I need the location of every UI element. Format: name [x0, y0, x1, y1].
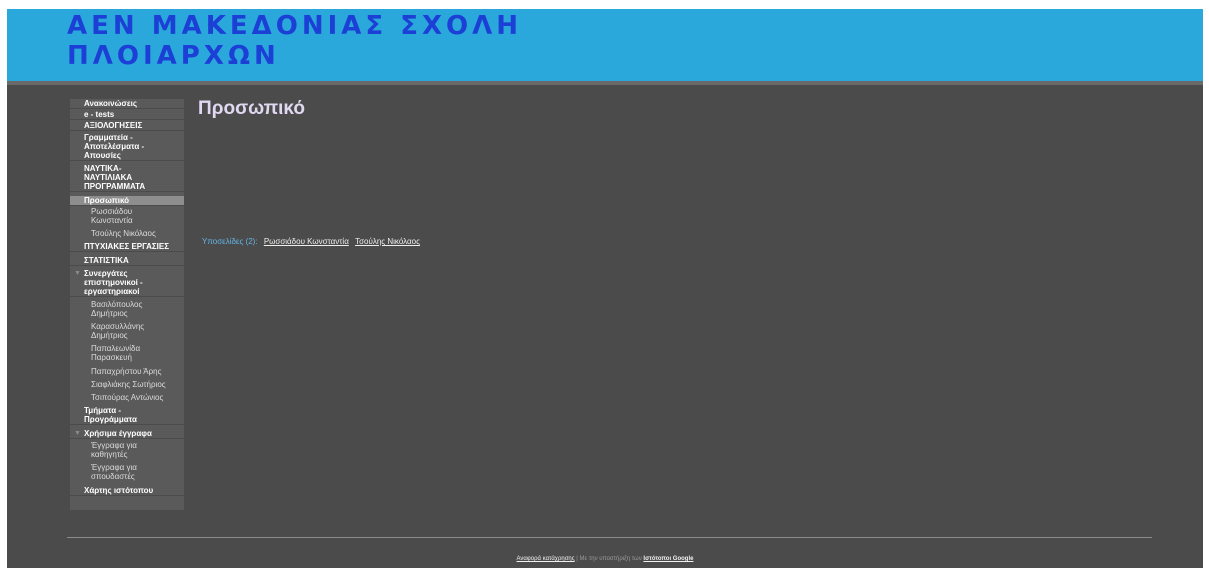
nav-item-announcements[interactable]: Ανακοινώσεις: [70, 99, 184, 109]
subpages-label: Υποσελίδες (2):: [202, 237, 258, 246]
nav-sub-collab-4[interactable]: Παπαχρήστου Άρης: [70, 367, 184, 376]
footer-separator: | Με την υποστήριξη των: [574, 556, 644, 562]
collapse-arrow-icon[interactable]: ▼: [74, 429, 81, 438]
nav-item-e-tests[interactable]: e - tests: [70, 110, 184, 120]
subpage-link-2[interactable]: Τσούλης Νικόλαος: [355, 237, 420, 246]
sidebar-nav: Ανακοινώσεις e - tests ΑΞΙΟΛΟΓΗΣΕΙΣ Γραμ…: [70, 99, 184, 510]
nav-sub-staff-1[interactable]: Ρωσσιάδου Κωνσταντία: [70, 207, 184, 225]
page-title: Προσωπικό: [198, 98, 305, 119]
nav-sub-collab-1[interactable]: Βασιλόπουλος Δημήτριος: [70, 300, 184, 318]
nav-item-collaborators-label: Συνεργάτες επιστημονικοί - εργαστηριακοί: [84, 269, 143, 296]
nav-item-evaluations[interactable]: ΑΞΙΟΛΟΓΗΣΕΙΣ: [70, 121, 184, 131]
nav-sub-collab-5[interactable]: Σιαφλιάκης Σωτήριος: [70, 380, 184, 389]
report-abuse-link[interactable]: Αναφορά κατάχρησης: [517, 556, 575, 562]
nav-sub-docs-1[interactable]: Έγγραφα για καθηγητές: [70, 441, 184, 459]
nav-item-sitemap[interactable]: Χάρτης ιστότοπου: [70, 486, 184, 496]
nav-item-theses[interactable]: ΠΤΥΧΙΑΚΕΣ ΕΡΓΑΣΙΕΣ: [70, 242, 184, 252]
subpage-link-1[interactable]: Ρωσσιάδου Κωνσταντία: [264, 237, 349, 246]
collapse-arrow-icon[interactable]: ▼: [74, 269, 81, 278]
page-frame: ΑΕΝ ΜΑΚΕΔΟΝΙΑΣ ΣΧΟΛΗ ΠΛΟΙΑΡΧΩΝ Ανακοινώσ…: [7, 9, 1203, 568]
nav-sub-collab-3[interactable]: Παπαλεωνίδα Παρασκευή: [70, 344, 184, 362]
footer-divider: [67, 537, 1152, 538]
google-sites-link[interactable]: Ιστότοποι Google: [643, 556, 693, 562]
nav-sub-collab-6[interactable]: Τσιπούρας Αντώνιος: [70, 393, 184, 402]
nav-sub-collab-2[interactable]: Καρασυλλάνης Δημήτριος: [70, 322, 184, 340]
nav-item-departments[interactable]: Τμήματα - Προγράμματα: [70, 406, 184, 425]
nav-item-naval-programs[interactable]: ΝΑΥΤΙΚΑ-ΝΑΥΤΙΛΙΑΚΑ ΠΡΟΓΡΑΜΜΑΤΑ: [70, 164, 184, 192]
nav-item-useful-docs[interactable]: ▼ Χρήσιμα έγγραφα: [70, 429, 184, 439]
nav-item-collaborators[interactable]: ▼ Συνεργάτες επιστημονικοί - εργαστηριακ…: [70, 269, 184, 297]
nav-item-statistics[interactable]: ΣΤΑΤΙΣΤΙΚΑ: [70, 256, 184, 266]
nav-item-staff[interactable]: Προσωπικό: [70, 196, 184, 206]
nav-sub-staff-2[interactable]: Τσούλης Νικόλαος: [70, 229, 184, 238]
nav-item-useful-docs-label: Χρήσιμα έγγραφα: [84, 429, 152, 438]
nav-sub-docs-2[interactable]: Έγγραφα για σπουδαστές: [70, 463, 184, 481]
header-divider: [7, 81, 1203, 85]
site-title[interactable]: ΑΕΝ ΜΑΚΕΔΟΝΙΑΣ ΣΧΟΛΗ ΠΛΟΙΑΡΧΩΝ: [67, 11, 587, 71]
site-header: ΑΕΝ ΜΑΚΕΔΟΝΙΑΣ ΣΧΟΛΗ ΠΛΟΙΑΡΧΩΝ: [7, 9, 1203, 81]
nav-item-secretariat[interactable]: Γραμματεία - Αποτελέσματα - Απουσίες: [70, 133, 184, 161]
site-footer: Αναφορά κατάχρησης | Με την υποστήριξη τ…: [7, 556, 1203, 562]
subpages-list: Υποσελίδες (2): Ρωσσιάδου Κωνσταντία Τσο…: [202, 237, 420, 246]
